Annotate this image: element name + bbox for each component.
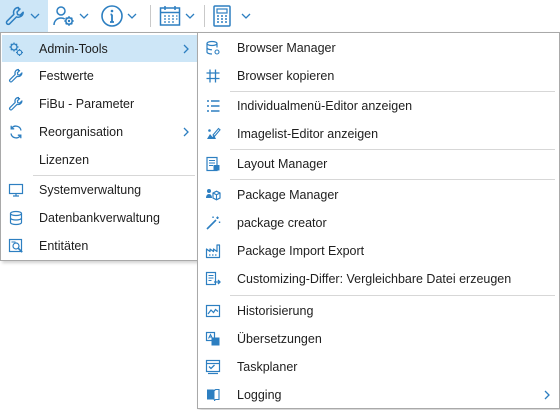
menu-item-label: Customizing-Differ: Vergleichbare Datei … bbox=[237, 272, 512, 286]
user-settings-menu-button[interactable] bbox=[52, 0, 96, 32]
calendar-menu-button[interactable] bbox=[158, 0, 202, 32]
calculator-icon bbox=[210, 4, 234, 28]
menu-item-historisierung[interactable]: Historisierung bbox=[199, 297, 558, 325]
menu-item-label: Admin-Tools bbox=[39, 41, 108, 56]
menu-item-label: Lizenzen bbox=[39, 153, 90, 167]
user-settings-icon bbox=[52, 4, 76, 28]
magic-wand-icon bbox=[205, 215, 221, 231]
monitor-icon bbox=[8, 182, 24, 198]
task-scheduler-icon bbox=[205, 359, 221, 375]
translate-icon bbox=[205, 331, 221, 347]
menu-item-label: Systemverwaltung bbox=[39, 183, 142, 197]
gears-icon bbox=[8, 41, 24, 57]
menu-item-label: Package Manager bbox=[237, 188, 339, 202]
menu-item-imagelist-editor[interactable]: Imagelist-Editor anzeigen bbox=[199, 120, 558, 148]
menu-item-label: Logging bbox=[237, 387, 282, 402]
image-edit-icon bbox=[205, 126, 221, 142]
menu-item-datenbankverwaltung[interactable]: Datenbankverwaltung bbox=[2, 204, 197, 232]
list-icon bbox=[205, 98, 221, 114]
tools-menu-button[interactable] bbox=[0, 0, 48, 32]
chart-icon bbox=[205, 303, 221, 319]
factory-icon bbox=[205, 243, 221, 259]
menu-item-label: Browser Manager bbox=[237, 41, 336, 55]
chevron-down-icon bbox=[78, 10, 90, 22]
toolbar-separator bbox=[150, 5, 151, 27]
menu-item-label: Imagelist-Editor anzeigen bbox=[237, 127, 379, 141]
chevron-right-icon bbox=[183, 44, 191, 54]
calculator-menu-button[interactable] bbox=[210, 0, 254, 32]
package-user-icon bbox=[205, 187, 221, 203]
menu-item-label: Layout Manager bbox=[237, 157, 328, 171]
toolbar bbox=[0, 0, 560, 33]
menu-item-systemverwaltung[interactable]: Systemverwaltung bbox=[2, 176, 197, 204]
menu-item-label: package creator bbox=[237, 216, 327, 230]
chevron-right-icon bbox=[544, 390, 552, 400]
menu-item-label: Festwerte bbox=[39, 69, 94, 83]
menu-item-label: Individualmenü-Editor anzeigen bbox=[237, 99, 413, 113]
database-icon bbox=[8, 210, 24, 226]
menu-item-label: Historisierung bbox=[237, 304, 314, 318]
compare-document-icon bbox=[205, 271, 221, 287]
menu-item-label: FiBu - Parameter bbox=[39, 97, 135, 111]
menu-item-customizing-differ[interactable]: Customizing-Differ: Vergleichbare Datei … bbox=[199, 265, 558, 293]
menu-item-package-import-export[interactable]: Package Import Export bbox=[199, 237, 558, 265]
chevron-down-icon bbox=[126, 10, 138, 22]
menu-item-taskplaner[interactable]: Taskplaner bbox=[199, 353, 558, 381]
chevron-down-icon bbox=[29, 10, 41, 22]
menu-item-label: Entitäten bbox=[39, 238, 89, 253]
refresh-icon bbox=[8, 124, 24, 140]
chevron-down-icon bbox=[184, 10, 196, 22]
menu-item-layout-manager[interactable]: Layout Manager bbox=[199, 150, 558, 178]
entity-search-icon bbox=[8, 238, 24, 254]
menu-item-label: Package Import Export bbox=[237, 244, 365, 258]
chevron-right-icon bbox=[183, 127, 191, 137]
menu-item-label: Datenbankverwaltung bbox=[39, 211, 160, 225]
menu-item-label: Browser kopieren bbox=[237, 69, 335, 83]
menu-item-reorganisation[interactable]: Reorganisation bbox=[2, 118, 197, 146]
menu-item-label: Reorganisation bbox=[39, 125, 124, 139]
tools-dropdown-menu: Admin-Tools Festwerte FiBu - Parameter R… bbox=[0, 32, 199, 261]
toolbar-separator bbox=[204, 5, 205, 27]
info-menu-button[interactable] bbox=[100, 0, 146, 32]
wrench-icon bbox=[8, 68, 24, 84]
menu-item-uebersetzungen[interactable]: Übersetzungen bbox=[199, 325, 558, 353]
menu-separator bbox=[230, 295, 555, 296]
menu-item-admin-tools[interactable]: Admin-Tools bbox=[2, 35, 197, 62]
menu-item-entitaeten[interactable]: Entitäten bbox=[2, 232, 197, 259]
menu-item-label: Taskplaner bbox=[237, 360, 298, 374]
grid-icon bbox=[205, 68, 221, 84]
menu-item-package-manager[interactable]: Package Manager bbox=[199, 181, 558, 209]
menu-separator bbox=[230, 179, 555, 180]
menu-item-browser-kopieren[interactable]: Browser kopieren bbox=[199, 62, 558, 90]
wrench-icon bbox=[8, 96, 24, 112]
log-book-icon bbox=[205, 387, 221, 403]
layout-icon bbox=[205, 156, 221, 172]
menu-item-festwerte[interactable]: Festwerte bbox=[2, 62, 197, 90]
menu-item-logging[interactable]: Logging bbox=[199, 381, 558, 408]
wrench-icon bbox=[3, 4, 27, 28]
menu-item-browser-manager[interactable]: Browser Manager bbox=[199, 34, 558, 62]
chevron-down-icon bbox=[240, 10, 252, 22]
menu-item-lizenzen[interactable]: Lizenzen bbox=[2, 146, 197, 174]
menu-item-package-creator[interactable]: package creator bbox=[199, 209, 558, 237]
info-icon bbox=[100, 4, 124, 28]
admin-tools-submenu: Browser Manager Browser kopieren Individ… bbox=[197, 32, 560, 409]
menu-item-individualmenue-editor[interactable]: Individualmenü-Editor anzeigen bbox=[199, 92, 558, 120]
menu-item-label: Übersetzungen bbox=[237, 332, 322, 346]
database-settings-icon bbox=[205, 40, 221, 56]
calendar-icon bbox=[158, 4, 182, 28]
menu-item-fibu-parameter[interactable]: FiBu - Parameter bbox=[2, 90, 197, 118]
